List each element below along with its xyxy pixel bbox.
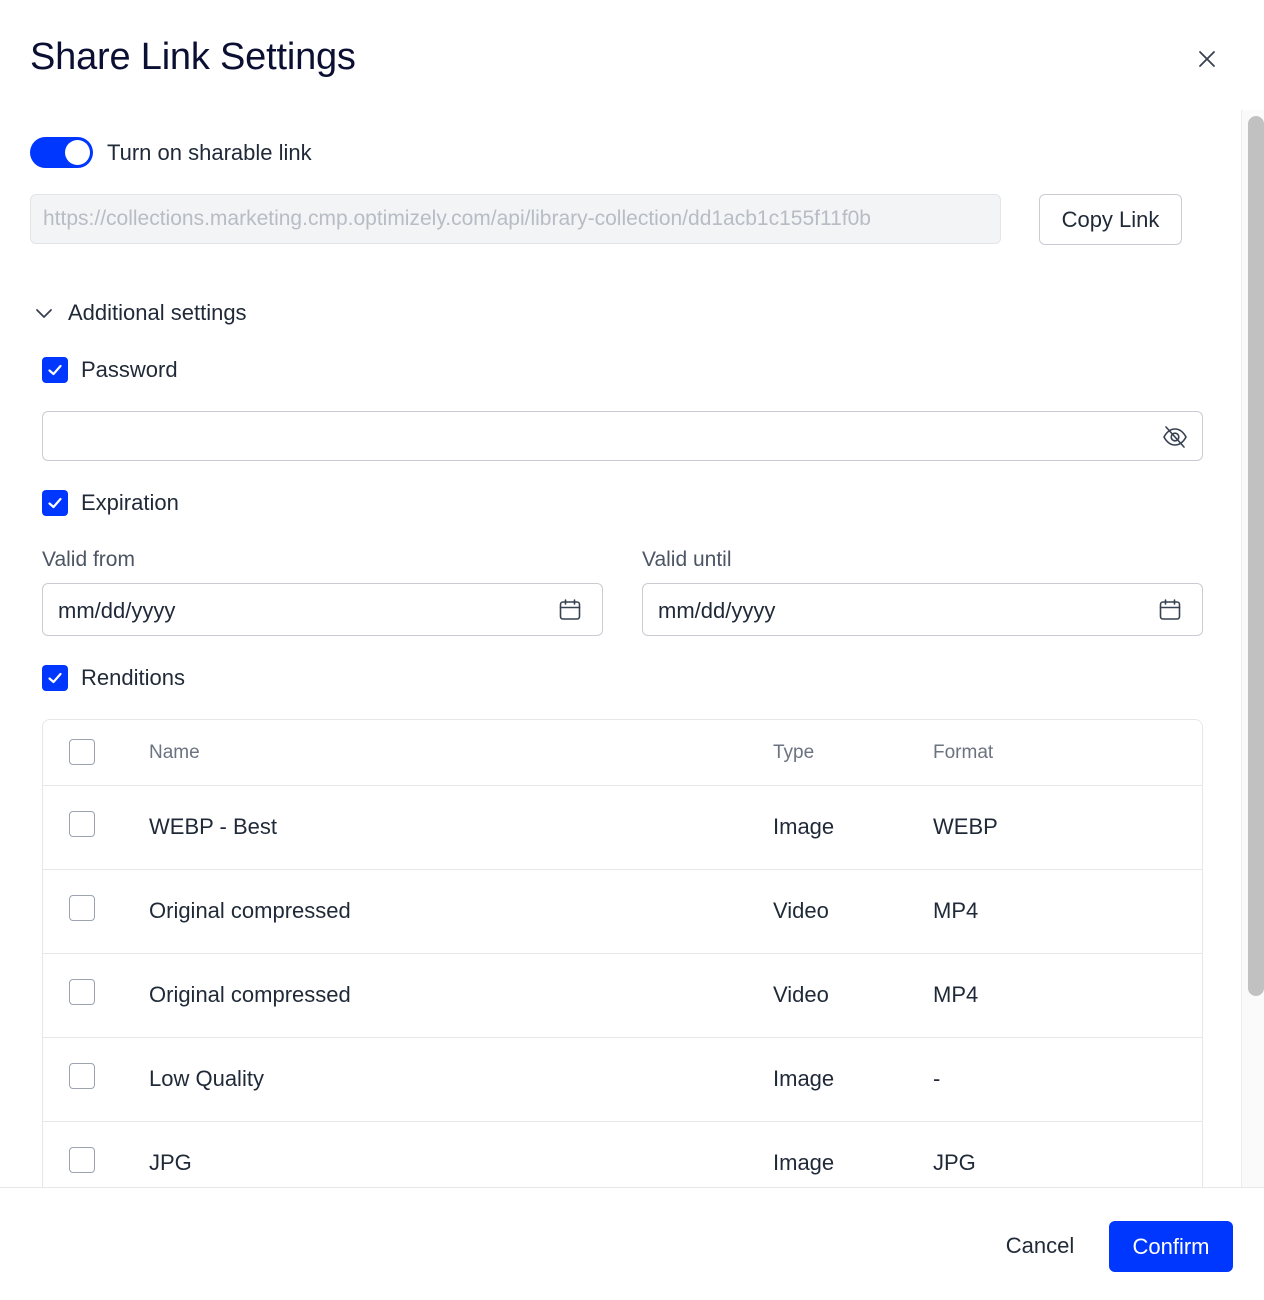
table-row[interactable]: Low Quality Image - xyxy=(43,1038,1202,1122)
row-checkbox[interactable] xyxy=(69,1147,95,1173)
toggle-knob xyxy=(65,140,90,165)
table-header: Name Type Format xyxy=(43,720,1202,786)
row-type: Video xyxy=(773,982,829,1007)
password-checkbox-row: Password xyxy=(42,357,178,383)
renditions-checkbox[interactable] xyxy=(42,665,68,691)
dialog-title: Share Link Settings xyxy=(30,36,356,78)
row-checkbox[interactable] xyxy=(69,979,95,1005)
table-row[interactable]: WEBP - Best Image WEBP xyxy=(43,786,1202,870)
copy-link-button[interactable]: Copy Link xyxy=(1039,194,1182,245)
valid-until-value: mm/dd/yyyy xyxy=(658,598,776,623)
row-name: Original compressed xyxy=(149,982,351,1007)
additional-settings-label: Additional settings xyxy=(68,300,247,325)
row-format: WEBP xyxy=(933,814,998,839)
table-row[interactable]: Original compressed Video MP4 xyxy=(43,870,1202,954)
share-link-dialog: Share Link Settings Turn on sharable lin… xyxy=(0,0,1264,1300)
checkmark-icon xyxy=(48,364,62,376)
renditions-checkbox-row: Renditions xyxy=(42,665,185,691)
close-icon xyxy=(1199,51,1215,67)
cancel-button[interactable]: Cancel xyxy=(986,1221,1094,1271)
expiration-label: Expiration xyxy=(81,490,179,515)
renditions-table: Name Type Format WEBP - Best Image WEBP … xyxy=(42,719,1203,1187)
dialog-content: Turn on sharable link Copy Link Addition… xyxy=(0,110,1241,1187)
checkmark-icon xyxy=(48,497,62,509)
expiration-checkbox[interactable] xyxy=(42,490,68,516)
valid-from-value: mm/dd/yyyy xyxy=(58,598,176,623)
valid-until-label: Valid until xyxy=(642,548,732,571)
calendar-icon[interactable] xyxy=(1158,598,1182,622)
column-header-type: Type xyxy=(773,742,815,763)
row-name: Low Quality xyxy=(149,1066,264,1091)
row-checkbox[interactable] xyxy=(69,895,95,921)
column-header-format: Format xyxy=(933,742,994,763)
share-url-input[interactable] xyxy=(30,194,1001,244)
row-name: JPG xyxy=(149,1150,192,1175)
sharable-link-toggle[interactable] xyxy=(30,137,93,168)
row-type: Image xyxy=(773,1150,835,1175)
checkmark-icon xyxy=(48,672,62,684)
eye-off-icon[interactable] xyxy=(1162,424,1188,450)
row-name: Original compressed xyxy=(149,898,351,923)
valid-from-label: Valid from xyxy=(42,548,135,571)
renditions-label: Renditions xyxy=(81,665,185,690)
sharable-link-toggle-row: Turn on sharable link xyxy=(30,137,312,168)
chevron-down-icon xyxy=(36,309,52,318)
row-type: Image xyxy=(773,814,835,839)
sharable-link-label: Turn on sharable link xyxy=(107,139,312,165)
row-type: Video xyxy=(773,898,829,923)
password-label: Password xyxy=(81,357,178,382)
password-checkbox[interactable] xyxy=(42,357,68,383)
scrollbar-thumb[interactable] xyxy=(1248,116,1264,996)
confirm-button[interactable]: Confirm xyxy=(1109,1221,1233,1272)
dialog-footer: Cancel Confirm xyxy=(0,1187,1264,1300)
additional-settings-toggle[interactable]: Additional settings xyxy=(34,300,247,326)
valid-from-input[interactable]: mm/dd/yyyy xyxy=(42,583,603,636)
close-button[interactable] xyxy=(1192,44,1222,74)
row-format: MP4 xyxy=(933,898,979,923)
table-row[interactable]: Original compressed Video MP4 xyxy=(43,954,1202,1038)
select-all-checkbox[interactable] xyxy=(69,739,95,765)
row-format: - xyxy=(933,1066,941,1091)
expiration-checkbox-row: Expiration xyxy=(42,490,179,516)
row-checkbox[interactable] xyxy=(69,1063,95,1089)
row-checkbox[interactable] xyxy=(69,811,95,837)
table-row[interactable]: JPG Image JPG xyxy=(43,1122,1202,1187)
password-input[interactable] xyxy=(42,411,1203,461)
row-format: JPG xyxy=(933,1150,976,1175)
row-format: MP4 xyxy=(933,982,979,1007)
calendar-icon[interactable] xyxy=(558,598,582,622)
row-type: Image xyxy=(773,1066,835,1091)
valid-until-input[interactable]: mm/dd/yyyy xyxy=(642,583,1203,636)
row-name: WEBP - Best xyxy=(149,814,277,839)
column-header-name: Name xyxy=(149,742,200,763)
